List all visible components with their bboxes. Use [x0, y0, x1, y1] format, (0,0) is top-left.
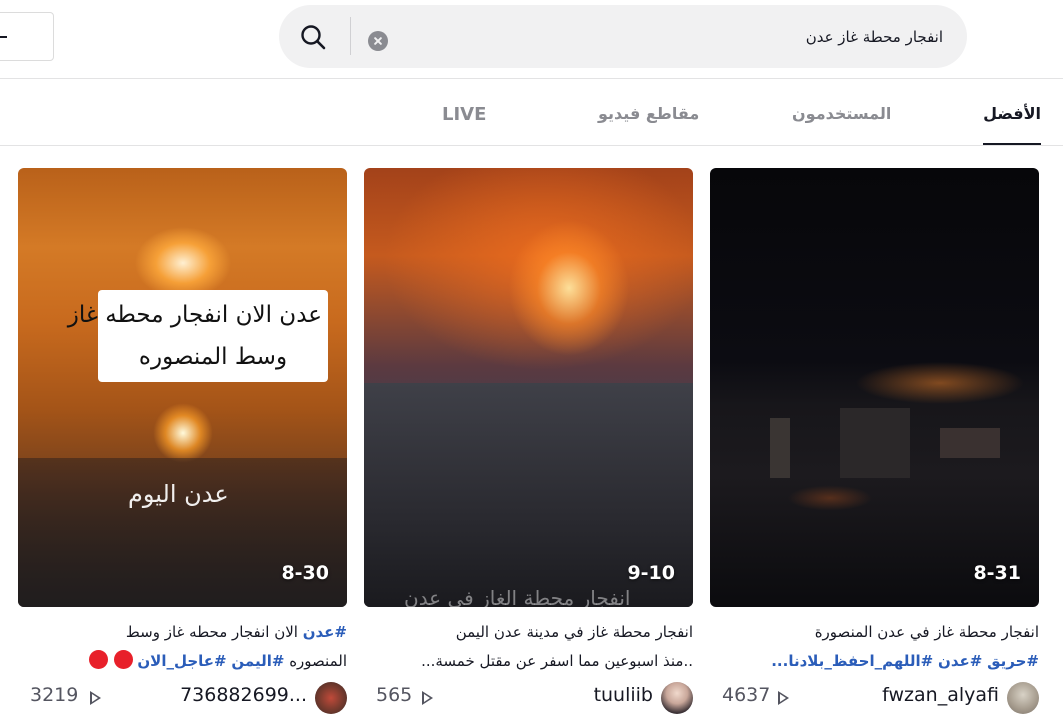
view-count: 4637	[722, 684, 771, 706]
thumbnail-caption: عدن الان انفجار محطه غاز	[67, 302, 322, 328]
search-button[interactable]	[293, 19, 333, 55]
video-description: انفجار محطة غاز في عدن المنصورة #حريق #ع…	[710, 618, 1039, 676]
description-tags: المنصوره #اليمن #عاجل_الان	[18, 647, 347, 676]
thumbnail-caption: انفجار محطة الغاز في عدن	[404, 586, 631, 607]
thumbnail-scene	[840, 408, 910, 478]
thumbnail-scene	[940, 428, 1000, 458]
play-icon	[90, 691, 101, 705]
video-meta: 736882699... 3219	[18, 682, 347, 714]
search-input[interactable]	[403, 19, 943, 55]
avatar[interactable]	[1007, 682, 1039, 714]
tab-top[interactable]: الأفضل	[983, 104, 1041, 145]
view-count: 3219	[30, 684, 79, 706]
video-description: انفجار محطة غاز في مدينة عدن اليمن ..منذ…	[364, 618, 693, 676]
search-bar	[279, 5, 967, 68]
description-text: انفجار محطة غاز في عدن المنصورة	[814, 623, 1039, 641]
username[interactable]: fwzan_alyafi	[882, 684, 999, 706]
username[interactable]: tuuliib	[594, 684, 653, 706]
thumbnail-subcaption: عدن اليوم	[128, 480, 229, 508]
video-description: #عدن الان انفجار محطه غاز وسط المنصوره #…	[18, 618, 347, 676]
thumbnail-caption: وسط المنصوره	[138, 344, 288, 370]
video-meta: fwzan_alyafi 4637	[710, 682, 1039, 714]
description-text: انفجار محطة غاز في مدينة عدن اليمن	[455, 623, 693, 641]
hashtag-link[interactable]: #اليمن	[231, 652, 284, 670]
description-tags: #حريق #عدن #اللهم_احفظ_بلادنا...	[710, 647, 1039, 676]
search-tabs: الأفضل المستخدمون مقاطع فيديو LIVE	[0, 80, 1063, 146]
hashtag-link[interactable]: #حريق	[987, 652, 1039, 670]
minus-icon	[0, 36, 7, 38]
search-divider	[350, 17, 351, 55]
play-icon	[778, 691, 789, 705]
video-thumbnail[interactable]: انفجار محطة الغاز في عدن 9-10	[364, 168, 693, 607]
search-icon	[301, 25, 326, 50]
partial-left-button[interactable]	[0, 12, 54, 61]
description-text: المنصوره	[284, 652, 347, 670]
video-card[interactable]: 8-31 انفجار محطة غاز في عدن المنصورة #حر…	[710, 168, 1039, 728]
video-date: 8-30	[281, 562, 329, 584]
hashtag-link[interactable]: #اللهم_احفظ_بلادنا...	[771, 652, 933, 670]
red-circle-emoji-icon	[113, 650, 133, 669]
tab-live[interactable]: LIVE	[442, 104, 486, 144]
tab-users[interactable]: المستخدمون	[792, 104, 891, 144]
username[interactable]: 736882699...	[180, 684, 307, 706]
play-icon	[422, 691, 433, 705]
description-text: الان انفجار محطه غاز وسط	[125, 623, 303, 641]
thumbnail-scene	[770, 418, 790, 478]
video-date: 9-10	[627, 562, 675, 584]
video-thumbnail[interactable]: عدن الان انفجار محطه غاز وسط المنصوره عد…	[18, 168, 347, 607]
red-circle-emoji-icon	[88, 650, 108, 669]
avatar[interactable]	[315, 682, 347, 714]
avatar[interactable]	[661, 682, 693, 714]
description-text: #عدن الان انفجار محطه غاز وسط	[18, 618, 347, 647]
video-thumbnail[interactable]: 8-31	[710, 168, 1039, 607]
hashtag-link[interactable]: #عدن	[938, 652, 982, 670]
hashtag-link[interactable]: #عاجل_الان	[137, 652, 226, 670]
video-meta: tuuliib 565	[364, 682, 693, 714]
video-date: 8-31	[973, 562, 1021, 584]
description-text: ..منذ اسبوعين مما اسفر عن مقتل خمسة...	[421, 652, 693, 670]
tab-videos[interactable]: مقاطع فيديو	[598, 104, 699, 144]
video-card[interactable]: عدن الان انفجار محطه غاز وسط المنصوره عد…	[18, 168, 347, 728]
thumbnail-caption-box: عدن الان انفجار محطه غاز وسط المنصوره	[67, 290, 328, 382]
view-count: 565	[376, 684, 413, 706]
top-header	[0, 0, 1063, 79]
video-card[interactable]: انفجار محطة الغاز في عدن 9-10 انفجار محط…	[364, 168, 693, 728]
clear-icon[interactable]	[368, 31, 388, 51]
hashtag-link[interactable]: #عدن	[303, 623, 347, 641]
